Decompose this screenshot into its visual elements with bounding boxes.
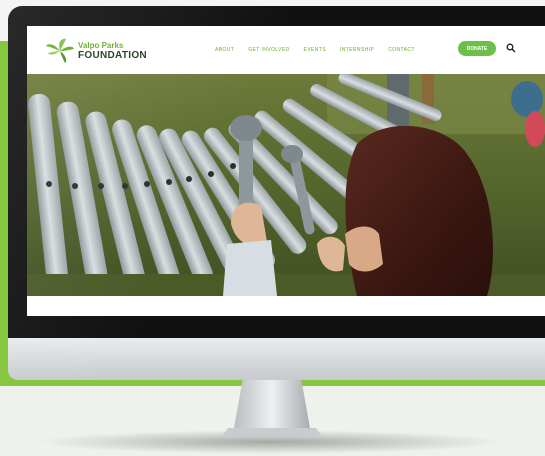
hero-image (27, 74, 545, 296)
monitor-stand (222, 372, 322, 436)
site-header: Valpo Parks FOUNDATION ABOUT GET INVOLVE… (27, 26, 545, 74)
logo-text-top: Valpo Parks (78, 41, 124, 50)
monitor: Valpo Parks FOUNDATION ABOUT GET INVOLVE… (8, 6, 545, 380)
site-logo[interactable]: Valpo Parks FOUNDATION (45, 38, 147, 64)
main-nav: ABOUT GET INVOLVED EVENTS INTERNSHIP CON… (215, 43, 415, 57)
monitor-chin (8, 338, 545, 380)
nav-item-events[interactable]: EVENTS (304, 47, 326, 53)
logo-text-bottom: FOUNDATION (78, 50, 147, 61)
nav-item-about[interactable]: ABOUT (215, 47, 234, 53)
content-area-below-hero (27, 296, 545, 316)
nav-item-get-involved[interactable]: GET INVOLVED (248, 47, 289, 53)
donate-button[interactable]: DONATE (458, 41, 496, 56)
search-icon[interactable] (506, 43, 516, 53)
nav-item-contact[interactable]: CONTACT (388, 47, 415, 53)
browser-screen: Valpo Parks FOUNDATION ABOUT GET INVOLVE… (27, 26, 545, 316)
leaf-logo-icon (46, 38, 74, 63)
monitor-bezel: Valpo Parks FOUNDATION ABOUT GET INVOLVE… (8, 6, 545, 338)
nav-item-internship[interactable]: INTERNSHIP (340, 47, 374, 53)
